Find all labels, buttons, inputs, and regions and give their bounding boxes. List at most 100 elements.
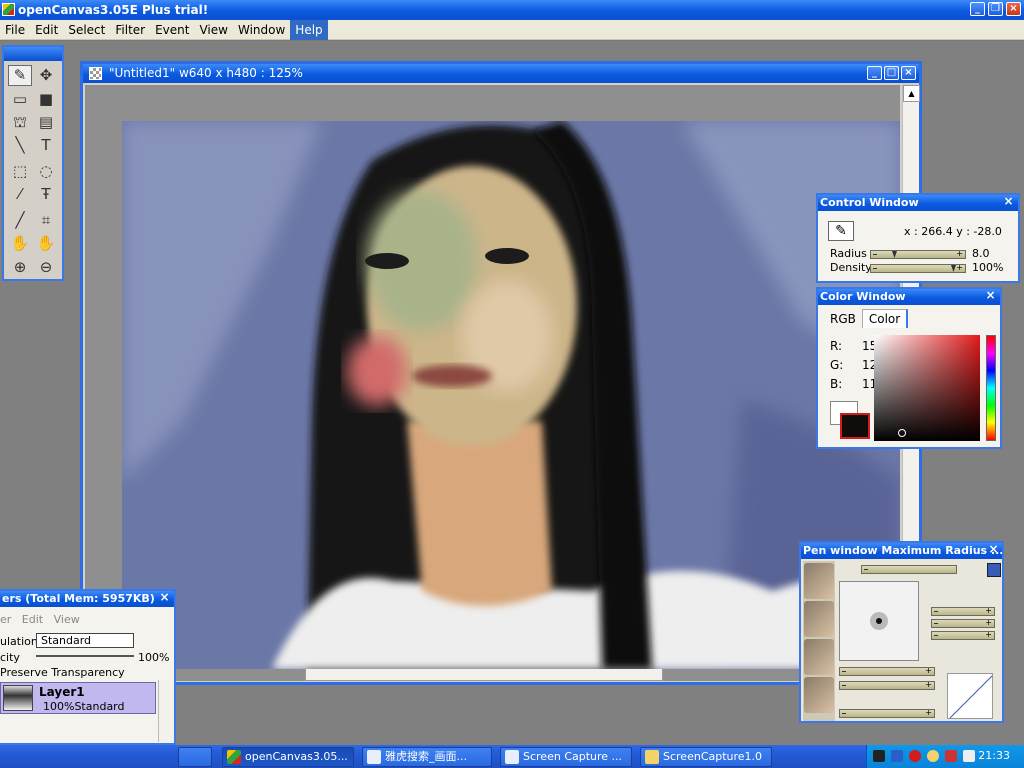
layers-scrollbar[interactable]	[158, 680, 174, 742]
pen-window-close-icon[interactable]: ×	[987, 543, 1000, 557]
bucket-icon[interactable]: ⛫	[8, 112, 32, 133]
tray-qq-icon[interactable]	[927, 750, 939, 762]
taskbar-yahoo[interactable]: 雅虎搜索_画面...	[362, 747, 492, 767]
layers-menu-view[interactable]: View	[54, 613, 80, 626]
control-window-title: Control Window	[820, 196, 919, 209]
opacity-slider[interactable]	[36, 655, 134, 657]
menu-file[interactable]: File	[0, 20, 30, 40]
pen-slider-2[interactable]: +	[931, 618, 995, 628]
wand-icon[interactable]: ⁄	[8, 184, 32, 205]
save-icon[interactable]	[987, 563, 1001, 577]
tray-app-icon[interactable]	[945, 750, 957, 762]
brush-pencil-icon[interactable]	[804, 563, 834, 599]
tray-camera-icon[interactable]	[873, 750, 885, 762]
line-icon[interactable]: ╲	[8, 135, 32, 156]
pen-slider-1[interactable]: +	[931, 606, 995, 616]
restore-icon[interactable]: ❐	[988, 2, 1003, 16]
control-window-title-bar: Control Window ×	[818, 195, 1018, 211]
menu-event[interactable]: Event	[150, 20, 194, 40]
zoom-out-icon[interactable]: ⊖	[34, 257, 58, 278]
tray-volume-icon[interactable]	[963, 750, 975, 762]
tray-red-icon[interactable]	[909, 750, 921, 762]
eyedropper-icon[interactable]: ╱	[8, 210, 32, 231]
menu-help[interactable]: Help	[290, 20, 328, 40]
rotate-hand-icon[interactable]: ✋	[34, 233, 58, 254]
layers-window: ers (Total Mem: 5957KB) × er Edit View u…	[0, 589, 176, 745]
layers-window-close-icon[interactable]: ×	[158, 591, 171, 605]
density-slider[interactable]: +	[870, 263, 966, 273]
pen-top-slider[interactable]	[861, 565, 957, 574]
density-value: 100%	[972, 261, 1004, 274]
text-select-icon[interactable]: Ŧ	[34, 184, 58, 205]
menu-view[interactable]: View	[194, 20, 232, 40]
taskbar-yahoo-label: 雅虎搜索_画面...	[385, 750, 467, 763]
fill-rect-icon[interactable]: ■	[34, 89, 58, 110]
layers-menu: er Edit View	[0, 613, 80, 626]
move-icon[interactable]: ✥	[34, 65, 58, 86]
menu-filter[interactable]: Filter	[110, 20, 150, 40]
gradient-icon[interactable]: ▤	[34, 112, 58, 133]
lasso-icon[interactable]: ◌	[34, 161, 58, 182]
layer-thumbnail	[3, 685, 33, 711]
canvas-close-icon[interactable]: ×	[901, 66, 916, 80]
scroll-up-icon[interactable]: ▲	[903, 85, 920, 102]
brush-dot-icon	[870, 612, 888, 630]
menu-edit[interactable]: Edit	[30, 20, 63, 40]
brush-pen-icon[interactable]	[804, 601, 834, 637]
tab-color[interactable]: Color	[861, 309, 909, 328]
blue-channel: B: 11	[830, 377, 877, 391]
canvas-minimize-icon[interactable]: _	[867, 66, 882, 80]
blend-mode-select[interactable]: Standard	[36, 633, 134, 648]
tab-rgb[interactable]: RGB	[824, 310, 862, 328]
taskbar-opencanvas[interactable]: openCanvas3.05...	[222, 747, 354, 767]
layers-window-title: ers (Total Mem: 5957KB)	[2, 592, 155, 605]
foreground-color-swatch[interactable]	[840, 413, 870, 439]
preserve-transparency-label[interactable]: Preserve Transparency	[0, 666, 125, 679]
clock: 21:33	[978, 749, 1010, 762]
painting-canvas[interactable]	[122, 121, 900, 669]
radius-slider[interactable]: +	[870, 249, 966, 259]
color-picker-cursor[interactable]	[898, 429, 906, 437]
color-window: Color Window × RGB Color R: 15 G: 12 B: 11	[816, 287, 1002, 449]
green-label: G:	[830, 358, 844, 372]
pen-slider-6[interactable]: +	[839, 708, 935, 718]
taskbar-blank-button[interactable]	[178, 747, 212, 767]
pen-slider-4[interactable]: +	[839, 666, 935, 676]
text-icon[interactable]: T	[34, 135, 58, 156]
color-window-close-icon[interactable]: ×	[984, 289, 997, 303]
browser-icon	[367, 750, 381, 764]
menu-bar: File Edit Select Filter Event View Window Help	[0, 20, 1024, 40]
crop-icon[interactable]: ⌗	[34, 210, 58, 231]
canvas-area	[85, 85, 900, 681]
taskbar-screen-capture[interactable]: Screen Capture ...	[500, 747, 632, 767]
canvas-maximize-icon[interactable]: □	[884, 66, 899, 80]
canvas-horizontal-scroll-thumb[interactable]	[305, 669, 663, 681]
pen-icon[interactable]: ✎	[8, 65, 32, 86]
layer-row[interactable]: Layer1 100%Standard	[0, 682, 156, 714]
saturation-value-field[interactable]	[874, 335, 980, 441]
brush-eraser-icon[interactable]	[804, 639, 834, 675]
rect-outline-icon[interactable]: ▭	[8, 89, 32, 110]
control-window-close-icon[interactable]: ×	[1002, 195, 1015, 209]
pen-slider-5[interactable]: +	[839, 680, 935, 690]
layer-info: 100%Standard	[43, 700, 125, 713]
minimize-icon[interactable]: _	[970, 2, 985, 16]
zoom-in-icon[interactable]: ⊕	[8, 257, 32, 278]
hue-bar[interactable]	[986, 335, 996, 441]
radius-slider-knob[interactable]	[892, 251, 897, 258]
brush-water-icon[interactable]	[804, 677, 834, 713]
tray-network-icon[interactable]	[891, 750, 903, 762]
pen-slider-3[interactable]: +	[931, 630, 995, 640]
taskbar-folder[interactable]: ScreenCapture1.0	[640, 747, 772, 767]
marquee-icon[interactable]: ⬚	[8, 161, 32, 182]
layers-menu-layer[interactable]: er	[0, 613, 11, 626]
hand-icon[interactable]: ✋	[8, 233, 32, 254]
layers-menu-edit[interactable]: Edit	[22, 613, 43, 626]
menu-select[interactable]: Select	[63, 20, 110, 40]
menu-window[interactable]: Window	[233, 20, 290, 40]
app-title: openCanvas3.05E Plus trial!	[18, 3, 209, 17]
density-slider-knob[interactable]	[951, 265, 956, 272]
pressure-curve[interactable]	[947, 673, 993, 719]
close-icon[interactable]: ×	[1006, 2, 1021, 16]
color-window-title: Color Window	[820, 290, 906, 303]
